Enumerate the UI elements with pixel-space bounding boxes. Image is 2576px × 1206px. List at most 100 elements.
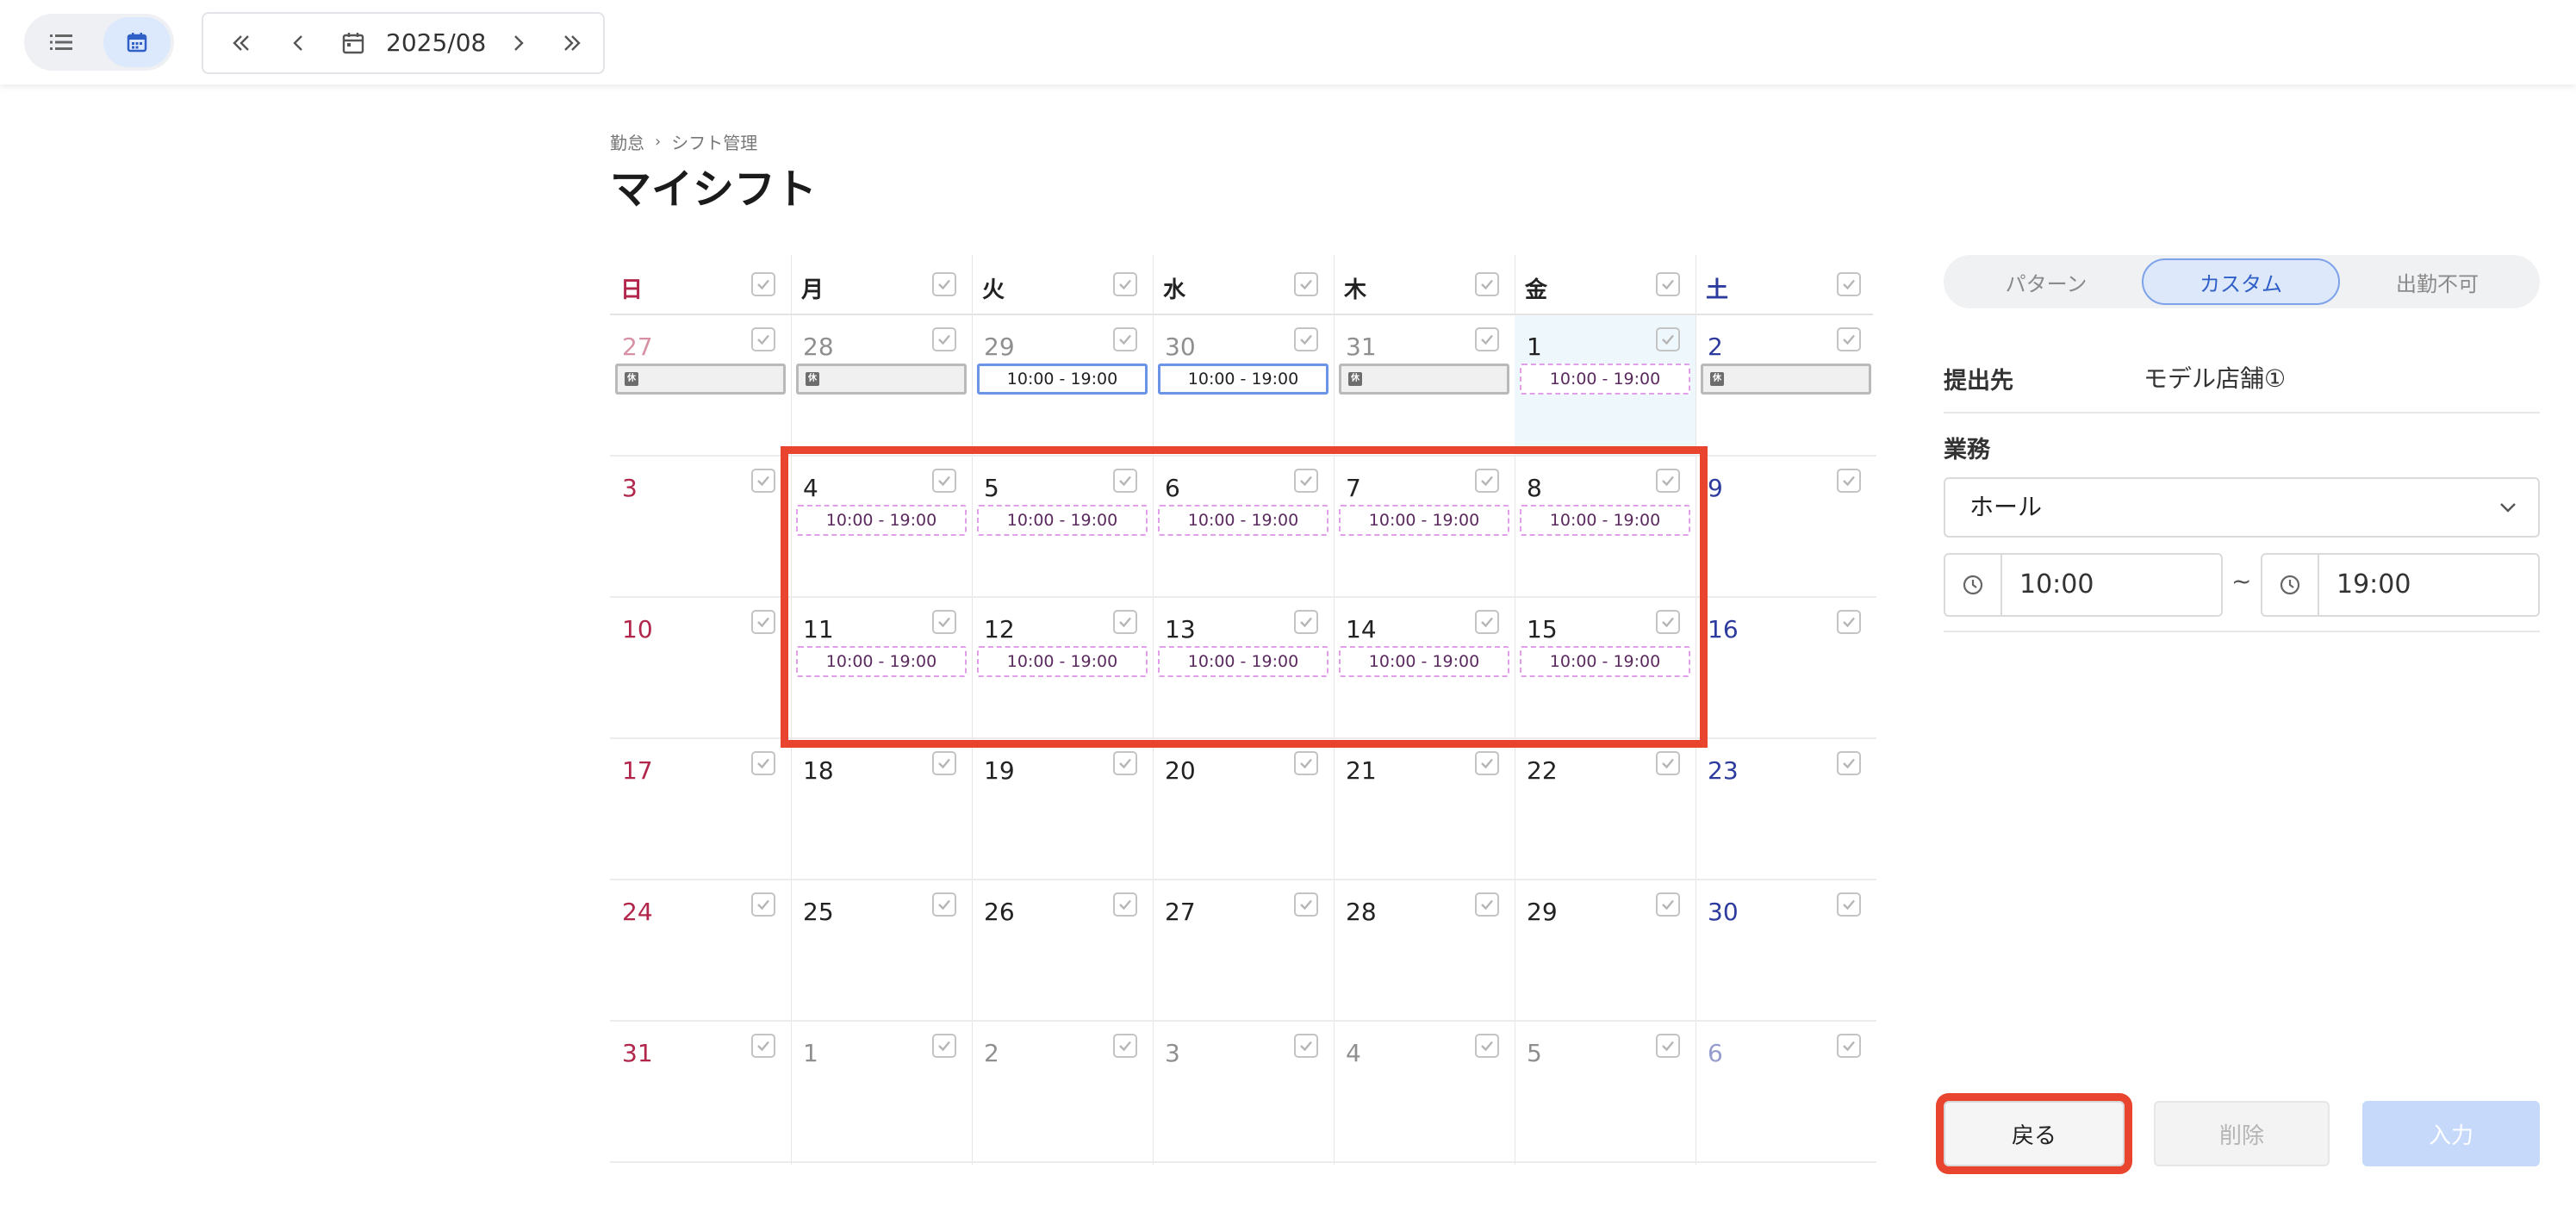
shift-chip[interactable]: 10:00 - 19:00 [977, 364, 1148, 395]
day-cell[interactable]: 31 休 [1334, 315, 1515, 457]
day-cell[interactable]: 24 [610, 880, 791, 1022]
select-day-checkbox[interactable] [751, 610, 775, 634]
select-day-checkbox[interactable] [1656, 1034, 1680, 1058]
day-cell[interactable]: 22 [1515, 739, 1696, 880]
select-day-checkbox[interactable] [751, 1034, 775, 1058]
day-off-chip[interactable]: 休 [1339, 364, 1509, 395]
select-day-checkbox[interactable] [1475, 327, 1499, 351]
day-cell[interactable]: 17 [610, 739, 791, 880]
select-day-checkbox[interactable] [1475, 751, 1499, 775]
select-day-checkbox[interactable] [1837, 327, 1861, 351]
prev-year-button[interactable] [221, 22, 262, 64]
day-cell[interactable]: 29 10:00 - 19:00 [972, 315, 1153, 457]
select-day-checkbox[interactable] [751, 469, 775, 493]
shift-chip[interactable]: 10:00 - 19:00 [1520, 364, 1690, 395]
list-view-button[interactable] [28, 17, 95, 67]
select-day-checkbox[interactable] [1113, 892, 1137, 917]
day-cell[interactable]: 6 [1696, 1022, 1876, 1163]
day-cell[interactable]: 1 [791, 1022, 972, 1163]
day-cell[interactable]: 9 [1696, 457, 1876, 598]
delete-button[interactable]: 削除 [2154, 1101, 2330, 1166]
select-day-checkbox[interactable] [1294, 892, 1318, 917]
prev-month-button[interactable] [277, 22, 319, 64]
select-weekday-checkbox[interactable] [751, 272, 775, 296]
day-cell[interactable]: 1 10:00 - 19:00 [1515, 315, 1696, 457]
select-day-checkbox[interactable] [932, 751, 956, 775]
day-cell[interactable]: 21 [1334, 739, 1515, 880]
day-cell[interactable]: 20 [1153, 739, 1334, 880]
day-number: 6 [1708, 1039, 1723, 1067]
enter-button[interactable]: 入力 [2362, 1101, 2540, 1166]
check-icon [1481, 279, 1493, 290]
next-year-button[interactable] [551, 22, 593, 64]
select-day-checkbox[interactable] [1113, 1034, 1137, 1058]
select-weekday-checkbox[interactable] [1113, 272, 1137, 296]
select-day-checkbox[interactable] [1656, 327, 1680, 351]
day-cell[interactable]: 2 [972, 1022, 1153, 1163]
select-weekday-checkbox[interactable] [1475, 272, 1499, 296]
tab-pattern[interactable]: パターン [1947, 258, 2145, 305]
day-cell[interactable]: 30 [1696, 880, 1876, 1022]
month-picker-button[interactable] [333, 22, 374, 64]
tab-custom[interactable]: カスタム [2142, 258, 2340, 305]
select-day-checkbox[interactable] [1475, 892, 1499, 917]
day-cell[interactable]: 27 [1153, 880, 1334, 1022]
select-day-checkbox[interactable] [1294, 751, 1318, 775]
day-cell[interactable]: 31 [610, 1022, 791, 1163]
day-cell[interactable]: 18 [791, 739, 972, 880]
day-cell[interactable]: 28 休 [791, 315, 972, 457]
select-day-checkbox[interactable] [751, 327, 775, 351]
select-day-checkbox[interactable] [1475, 1034, 1499, 1058]
day-cell[interactable]: 19 [972, 739, 1153, 880]
day-cell[interactable]: 29 [1515, 880, 1696, 1022]
day-cell[interactable]: 5 [1515, 1022, 1696, 1163]
select-day-checkbox[interactable] [1656, 892, 1680, 917]
tab-unavailable[interactable]: 出勤不可 [2338, 258, 2536, 305]
day-off-chip[interactable]: 休 [1701, 364, 1871, 395]
select-day-checkbox[interactable] [751, 751, 775, 775]
day-cell[interactable]: 23 [1696, 739, 1876, 880]
select-day-checkbox[interactable] [1837, 1034, 1861, 1058]
day-cell[interactable]: 10 [610, 598, 791, 739]
shift-chip[interactable]: 10:00 - 19:00 [1158, 364, 1328, 395]
day-cell[interactable]: 30 10:00 - 19:00 [1153, 315, 1334, 457]
select-day-checkbox[interactable] [1294, 1034, 1318, 1058]
select-day-checkbox[interactable] [1294, 327, 1318, 351]
start-time-input[interactable]: 10:00 [1944, 553, 2223, 617]
day-cell[interactable]: 3 [610, 457, 791, 598]
select-day-checkbox[interactable] [1113, 327, 1137, 351]
breadcrumb-item-attendance[interactable]: 勤怠 [610, 129, 644, 154]
select-weekday-checkbox[interactable] [932, 272, 956, 296]
select-day-checkbox[interactable] [932, 1034, 956, 1058]
select-day-checkbox[interactable] [1837, 892, 1861, 917]
select-day-checkbox[interactable] [1656, 751, 1680, 775]
day-cell[interactable]: 28 [1334, 880, 1515, 1022]
select-day-checkbox[interactable] [932, 327, 956, 351]
select-weekday-checkbox[interactable] [1656, 272, 1680, 296]
select-weekday-checkbox[interactable] [1837, 272, 1861, 296]
day-off-chip[interactable]: 休 [796, 364, 967, 395]
end-time-input[interactable]: 19:00 [2261, 553, 2540, 617]
next-month-button[interactable] [498, 22, 539, 64]
check-icon [1300, 279, 1312, 290]
day-cell[interactable]: 16 [1696, 598, 1876, 739]
select-day-checkbox[interactable] [932, 892, 956, 917]
select-weekday-checkbox[interactable] [1294, 272, 1318, 296]
day-off-chip[interactable]: 休 [615, 364, 786, 395]
back-button[interactable]: 戻る [1944, 1101, 2125, 1166]
day-cell[interactable]: 27 休 [610, 315, 791, 457]
select-day-checkbox[interactable] [1837, 610, 1861, 634]
select-day-checkbox[interactable] [1837, 751, 1861, 775]
select-day-checkbox[interactable] [1113, 751, 1137, 775]
breadcrumb-item-shift-management[interactable]: シフト管理 [671, 129, 757, 154]
day-cell[interactable]: 26 [972, 880, 1153, 1022]
select-day-checkbox[interactable] [1837, 469, 1861, 493]
day-cell[interactable]: 4 [1334, 1022, 1515, 1163]
check-icon [1662, 334, 1674, 345]
task-select[interactable]: ホール [1944, 477, 2540, 538]
day-cell[interactable]: 2休 [1696, 315, 1876, 457]
calendar-view-button[interactable] [103, 17, 171, 67]
select-day-checkbox[interactable] [751, 892, 775, 917]
day-cell[interactable]: 25 [791, 880, 972, 1022]
day-cell[interactable]: 3 [1153, 1022, 1334, 1163]
